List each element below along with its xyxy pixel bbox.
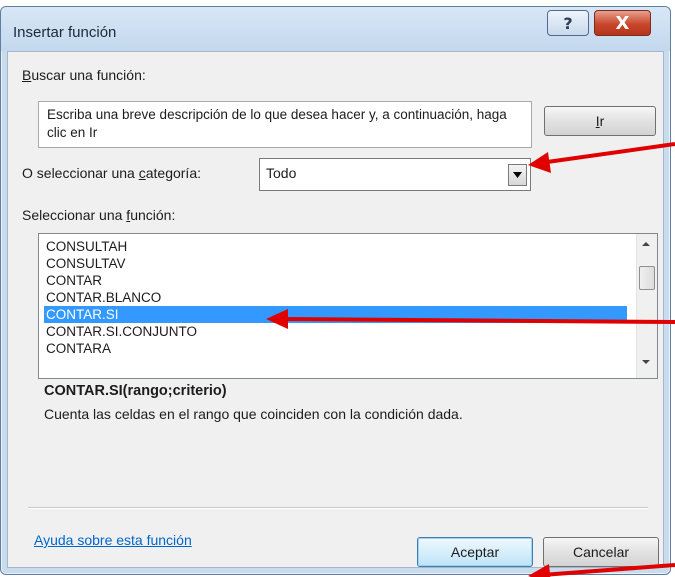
search-label: Buscar una función: [22, 67, 146, 83]
scroll-up-icon[interactable] [640, 240, 652, 248]
function-list-item[interactable]: CONTAR.BLANCO [44, 289, 627, 306]
insert-function-dialog: Insertar función ? X Buscar una función:… [0, 6, 671, 575]
search-description-text: Escriba una breve descripción de lo que … [47, 107, 507, 140]
scrollbar-thumb[interactable] [639, 266, 655, 290]
search-description-input[interactable]: Escriba una breve descripción de lo que … [38, 101, 532, 148]
function-list-items: CONSULTAH CONSULTAV CONTAR CONTAR.BLANCO CON… [44, 238, 627, 357]
category-select[interactable]: Todo [259, 158, 531, 191]
function-help-link[interactable]: Ayuda sobre esta función [34, 532, 192, 548]
title-bar: Insertar función ? X [1, 7, 670, 51]
function-signature: CONTAR.SI(rango;criterio) [44, 383, 227, 399]
cancel-button[interactable]: Cancelar [543, 537, 659, 567]
function-list-label: Seleccionar una función: [22, 207, 176, 223]
chevron-down-icon [513, 172, 522, 178]
function-list-item[interactable]: CONSULTAH [44, 238, 627, 255]
question-icon: ? [563, 13, 573, 33]
dialog-body: Buscar una función: Escriba una breve de… [7, 51, 664, 568]
close-button[interactable]: X [594, 10, 651, 36]
go-button[interactable]: Ir [544, 106, 656, 136]
category-selected-value: Todo [266, 165, 297, 181]
divider [28, 507, 648, 509]
close-icon: X [615, 12, 630, 34]
function-list-item[interactable]: CONTARA [44, 340, 627, 357]
function-list-item[interactable]: CONTAR.SI.CONJUNTO [44, 323, 627, 340]
category-label: O seleccionar una categoría: [22, 165, 201, 181]
function-description: Cuenta las celdas en el rango que coinci… [44, 406, 463, 422]
function-list[interactable]: CONSULTAH CONSULTAV CONTAR CONTAR.BLANCO CON… [38, 233, 658, 379]
scroll-down-icon[interactable] [640, 358, 652, 366]
ok-button[interactable]: Aceptar [417, 537, 533, 567]
function-list-item[interactable]: CONTAR [44, 272, 627, 289]
function-list-scrollbar[interactable] [636, 234, 657, 378]
category-dropdown-button[interactable] [508, 164, 527, 186]
help-button[interactable]: ? [547, 10, 589, 36]
function-list-item[interactable]: CONTAR.SI [44, 306, 627, 323]
dialog-title: Insertar función [13, 24, 117, 41]
function-list-item[interactable]: CONSULTAV [44, 255, 627, 272]
